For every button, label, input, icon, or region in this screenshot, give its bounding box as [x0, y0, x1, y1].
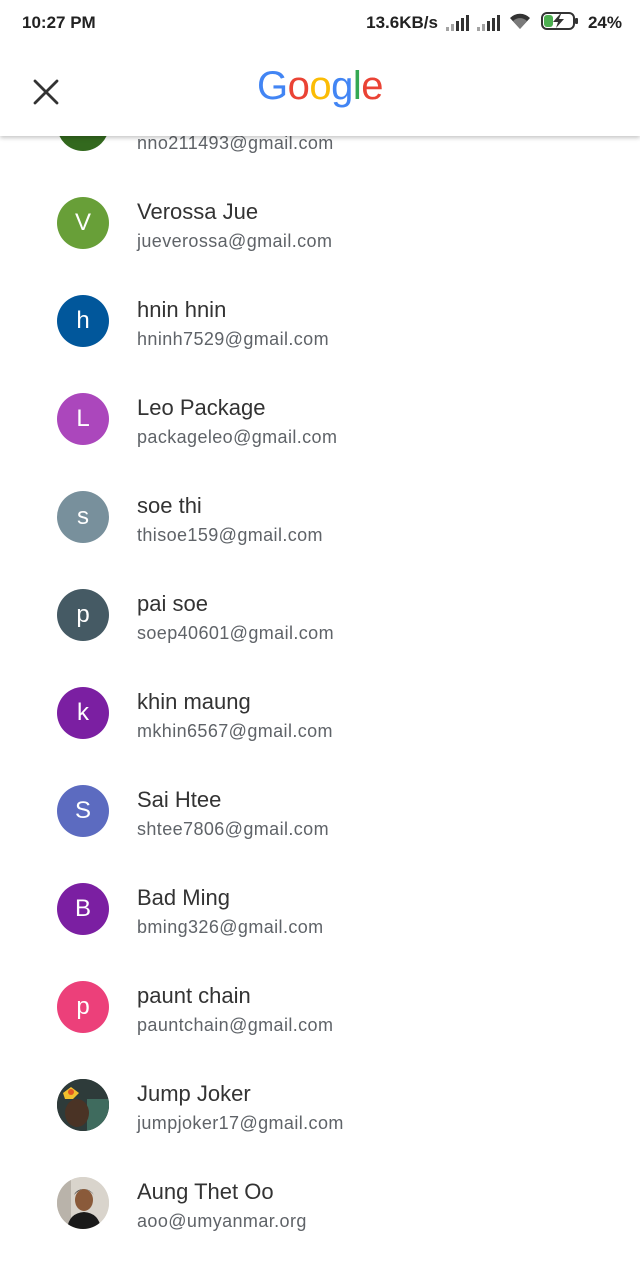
- signal-icon: [445, 15, 469, 31]
- account-item[interactable]: s soe thi thisoe159@gmail.com: [0, 468, 640, 566]
- logo-letter: o: [287, 64, 310, 108]
- account-email: packageleo@gmail.com: [137, 427, 338, 447]
- status-indicators: 13.6KB/s 24%: [366, 11, 622, 36]
- account-item[interactable]: V Verossa Jue jueverossa@gmail.com: [0, 174, 640, 272]
- account-list: Nnno211493@gmail.com V Verossa Jue jueveros…: [0, 136, 640, 1280]
- account-name: Leo Package: [137, 395, 266, 420]
- account-name: pai soe: [137, 591, 208, 616]
- avatar: V: [57, 197, 109, 249]
- logo-letter: l: [352, 64, 362, 108]
- battery-percent: 24%: [587, 13, 622, 32]
- account-name: soe thi: [137, 493, 202, 518]
- avatar: h: [57, 295, 109, 347]
- account-name: khin maung: [137, 689, 251, 714]
- account-item[interactable]: p paunt chain pauntchain@gmail.com: [0, 958, 640, 1056]
- account-item[interactable]: k khin maung mkhin6567@gmail.com: [0, 664, 640, 762]
- account-item[interactable]: h hnin hnin hninh7529@gmail.com: [0, 272, 640, 370]
- account-item[interactable]: Nnno211493@gmail.com: [0, 136, 640, 174]
- avatar: L: [57, 393, 109, 445]
- account-email: soep40601@gmail.com: [137, 623, 334, 643]
- avatar: p: [57, 981, 109, 1033]
- account-email: bming326@gmail.com: [137, 917, 324, 937]
- avatar-photo: [57, 1177, 109, 1229]
- logo-letter: e: [361, 64, 383, 108]
- avatar-photo: [57, 1079, 109, 1131]
- account-name: Sai Htee: [137, 787, 222, 812]
- avatar: N: [57, 136, 109, 151]
- account-email: pauntchain@gmail.com: [137, 1015, 334, 1035]
- google-logo: Google: [0, 64, 640, 109]
- account-item[interactable]: B Bad Ming bming326@gmail.com: [0, 860, 640, 958]
- account-name: paunt chain: [137, 983, 251, 1008]
- account-email: thisoe159@gmail.com: [137, 525, 323, 545]
- account-email: jueverossa@gmail.com: [137, 231, 333, 251]
- account-email: shtee7806@gmail.com: [137, 819, 329, 839]
- logo-letter: G: [256, 64, 288, 108]
- network-speed: 13.6KB/s: [366, 13, 438, 32]
- account-name: Bad Ming: [137, 885, 230, 910]
- account-item[interactable]: Aung Thet Oo aoo@umyanmar.org: [0, 1154, 640, 1252]
- account-name: Verossa Jue: [137, 199, 259, 224]
- account-item[interactable]: L Leo Package packageleo@gmail.com: [0, 370, 640, 468]
- account-email: nno211493@gmail.com: [137, 136, 334, 153]
- avatar: s: [57, 491, 109, 543]
- account-email: aoo@umyanmar.org: [137, 1211, 307, 1231]
- wifi-icon: [508, 11, 532, 36]
- signal-icon: [476, 15, 500, 31]
- logo-letter: o: [309, 64, 332, 108]
- battery-charging-icon: [540, 11, 580, 36]
- account-name: hnin hnin: [137, 297, 227, 322]
- status-bar: 10:27 PM 13.6KB/s 24%: [0, 0, 640, 46]
- avatar: p: [57, 589, 109, 641]
- account-item[interactable]: S Sai Htee shtee7806@gmail.com: [0, 762, 640, 860]
- account-item[interactable]: Jump Joker jumpjoker17@gmail.com: [0, 1056, 640, 1154]
- account-email: jumpjoker17@gmail.com: [137, 1113, 344, 1133]
- status-time: 10:27 PM: [22, 13, 96, 32]
- account-name: Jump Joker: [137, 1081, 251, 1106]
- account-email: hninh7529@gmail.com: [137, 329, 329, 349]
- avatar: k: [57, 687, 109, 739]
- logo-letter: g: [331, 64, 353, 108]
- app-bar: Google: [0, 46, 640, 136]
- account-item[interactable]: p pai soe soep40601@gmail.com: [0, 566, 640, 664]
- account-name: Aung Thet Oo: [137, 1179, 274, 1204]
- avatar: B: [57, 883, 109, 935]
- avatar: S: [57, 785, 109, 837]
- account-email: mkhin6567@gmail.com: [137, 721, 333, 741]
